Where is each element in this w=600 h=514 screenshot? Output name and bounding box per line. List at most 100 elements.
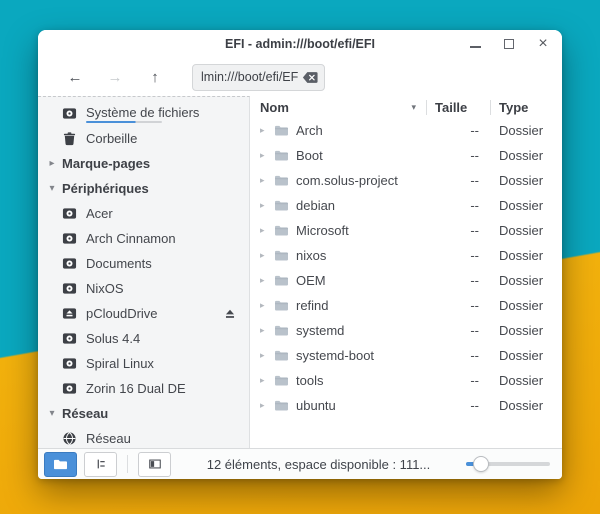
folder-icon xyxy=(274,374,289,387)
chevron-right-icon[interactable]: ▸ xyxy=(46,158,58,169)
expander-icon[interactable]: ▸ xyxy=(260,300,272,311)
column-header-size[interactable]: Taille xyxy=(427,100,490,115)
expander-icon[interactable]: ▸ xyxy=(260,125,272,136)
file-row[interactable]: ▸Microsoft--Dossier xyxy=(250,218,562,243)
expander-icon[interactable]: ▸ xyxy=(260,375,272,386)
file-name-cell: ▸ systemd xyxy=(250,323,427,338)
chevron-down-icon[interactable]: ▾ xyxy=(46,408,58,419)
zoom-slider-handle[interactable] xyxy=(473,456,489,472)
sidebar-section-label: Réseau xyxy=(62,406,108,421)
file-row[interactable]: ▸nixos--Dossier xyxy=(250,243,562,268)
file-type: Dossier xyxy=(491,398,562,413)
sidebar-item[interactable]: Spiral Linux xyxy=(38,351,249,376)
folder-icon xyxy=(274,349,289,362)
file-name: Microsoft xyxy=(296,223,349,238)
network-icon xyxy=(62,431,77,446)
sidebar-item[interactable]: Acer xyxy=(38,201,249,226)
drive-icon xyxy=(62,256,77,271)
sidebar-item[interactable]: Documents xyxy=(38,251,249,276)
drive-icon xyxy=(62,206,77,221)
file-size: -- xyxy=(427,298,491,313)
file-name-cell: ▸tools xyxy=(250,373,427,388)
file-size: -- xyxy=(427,198,491,213)
maximize-button[interactable] xyxy=(502,37,516,51)
folder-icon xyxy=(274,199,289,212)
toggle-sidebar-button[interactable] xyxy=(138,452,171,477)
file-list-pane: Nom ▾ Taille Type ▸Arch--Dossier▸Boot--D… xyxy=(250,96,562,448)
icon-view-button[interactable] xyxy=(44,452,77,477)
file-row[interactable]: ▸OEM--Dossier xyxy=(250,268,562,293)
sidebar-item[interactable]: Zorin 16 Dual DE xyxy=(38,376,249,401)
file-name-cell: ▸ Boot xyxy=(250,148,427,163)
list-view-button[interactable] xyxy=(84,452,117,477)
sidebar-item-label: Arch Cinnamon xyxy=(86,231,176,246)
file-row[interactable]: ▸ refind --Dossier xyxy=(250,293,562,318)
backspace-icon xyxy=(302,71,318,84)
file-size: -- xyxy=(427,273,491,288)
file-size: -- xyxy=(427,348,491,363)
maximize-icon xyxy=(504,39,514,49)
clear-location-icon[interactable] xyxy=(302,71,318,84)
file-row[interactable]: ▸debian--Dossier xyxy=(250,193,562,218)
file-row[interactable]: ▸tools--Dossier xyxy=(250,368,562,393)
file-row[interactable]: ▸Arch--Dossier xyxy=(250,118,562,143)
up-button[interactable]: ↑ xyxy=(146,69,164,86)
drive-icon xyxy=(62,331,77,346)
expander-icon[interactable]: ▸ xyxy=(260,200,272,211)
sidebar-item[interactable]: Arch Cinnamon xyxy=(38,226,249,251)
zoom-slider[interactable] xyxy=(466,456,550,472)
sidebar-item[interactable]: Solus 4.4 xyxy=(38,326,249,351)
expander-icon[interactable]: ▸ xyxy=(260,250,272,261)
sidebar-section-header[interactable]: ▸Marque-pages xyxy=(38,151,249,176)
expander-icon[interactable]: ▸ xyxy=(260,275,272,286)
minimize-icon xyxy=(470,46,481,48)
close-button[interactable]: × xyxy=(536,37,550,51)
file-name-cell: ▸ubuntu xyxy=(250,398,427,413)
file-type: Dossier xyxy=(491,298,562,313)
sidebar-section-label: Périphériques xyxy=(62,181,149,196)
expander-icon[interactable]: ▸ xyxy=(260,350,272,361)
column-header-name[interactable]: Nom ▾ xyxy=(250,100,426,115)
file-name: systemd xyxy=(296,323,344,338)
file-name: Boot xyxy=(296,148,323,163)
sidebar-item-label: Solus 4.4 xyxy=(86,331,140,346)
status-text: 12 éléments, espace disponible : 111... xyxy=(178,457,459,472)
file-row[interactable]: ▸systemd-boot--Dossier xyxy=(250,343,562,368)
file-row[interactable]: ▸Boot--Dossier xyxy=(250,143,562,168)
column-header-type[interactable]: Type xyxy=(491,100,562,115)
folder-icon xyxy=(274,324,289,337)
sidebar-item[interactable]: Réseau xyxy=(38,426,249,448)
forward-button[interactable]: → xyxy=(106,69,124,86)
file-row[interactable]: ▸systemd--Dossier xyxy=(250,318,562,343)
sidebar-item[interactable]: pCloudDrive xyxy=(38,301,249,326)
sidebar-section-header[interactable]: ▾ Réseau xyxy=(38,401,249,426)
expander-icon[interactable]: ▸ xyxy=(260,225,272,236)
minimize-button[interactable] xyxy=(468,37,482,51)
drive-icon xyxy=(62,106,77,121)
sidebar-section-header[interactable]: ▾ Périphériques xyxy=(38,176,249,201)
sidebar-item-label: Réseau xyxy=(86,431,131,446)
expander-icon[interactable]: ▸ xyxy=(260,400,272,411)
sidebar-item[interactable]: Système de fichiers xyxy=(38,101,249,126)
drive-icon xyxy=(62,381,77,396)
file-name: refind xyxy=(296,298,329,313)
location-bar[interactable]: lmin:///boot/efi/EFI xyxy=(192,64,325,91)
back-button[interactable]: ← xyxy=(66,69,84,86)
expander-icon[interactable]: ▸ xyxy=(260,175,272,186)
sidebar-item[interactable]: NixOS xyxy=(38,276,249,301)
expander-icon[interactable]: ▸ xyxy=(260,325,272,336)
location-value[interactable]: lmin:///boot/efi/EFI xyxy=(201,70,298,84)
file-row[interactable]: ▸ubuntu--Dossier xyxy=(250,393,562,418)
sidebar-item[interactable]: Corbeille xyxy=(38,126,249,151)
file-row[interactable]: ▸com.solus-project--Dossier xyxy=(250,168,562,193)
chevron-down-icon[interactable]: ▾ xyxy=(46,183,58,194)
file-size: -- xyxy=(427,173,491,188)
eject-icon[interactable] xyxy=(223,307,237,321)
file-type: Dossier xyxy=(491,123,562,138)
expander-icon[interactable]: ▸ xyxy=(260,150,272,161)
titlebar[interactable]: EFI - admin:///boot/efi/EFI × xyxy=(38,30,562,58)
file-type: Dossier xyxy=(491,248,562,263)
file-type: Dossier xyxy=(491,223,562,238)
sidebar-item-label: Zorin 16 Dual DE xyxy=(86,381,186,396)
file-name: OEM xyxy=(296,273,326,288)
